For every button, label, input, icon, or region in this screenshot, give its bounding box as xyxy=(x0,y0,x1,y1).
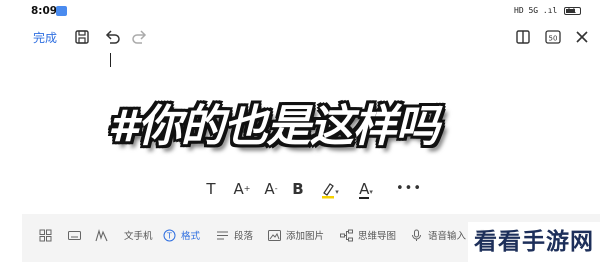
handwriting-button[interactable] xyxy=(95,224,113,246)
format-button-label: 格式 xyxy=(181,231,201,242)
decrease-font-label: A xyxy=(264,180,275,198)
bold-label: B xyxy=(292,180,304,198)
increase-font-button[interactable]: A+ xyxy=(231,178,253,200)
word-count-label: 50 xyxy=(549,35,558,43)
paragraph-button-label: 段落 xyxy=(234,231,254,242)
text-style-button[interactable]: T xyxy=(202,178,220,200)
decrease-font-sup: - xyxy=(274,184,278,193)
highlight-caret-icon: ▾ xyxy=(335,188,339,196)
editor-toolbar: 完成 50 xyxy=(0,24,600,50)
highlighter-icon xyxy=(322,182,335,198)
grid-button[interactable] xyxy=(39,224,57,246)
bold-button[interactable]: B xyxy=(289,178,307,200)
format-button[interactable]: T 格式 xyxy=(163,224,200,246)
increase-font-sup: + xyxy=(243,184,251,193)
svg-text:T: T xyxy=(166,231,172,240)
more-icon[interactable]: ••• xyxy=(396,178,421,200)
add-image-label: 添加图片 xyxy=(286,231,325,242)
highlight-button[interactable]: ▾ xyxy=(317,178,343,200)
close-icon[interactable] xyxy=(573,26,591,48)
split-view-icon[interactable] xyxy=(514,26,532,48)
app-badge-icon xyxy=(56,6,67,16)
decrease-font-button[interactable]: A- xyxy=(260,178,282,200)
highlight-color-bar xyxy=(322,195,335,198)
mindmap-button[interactable]: 思维导图 xyxy=(340,224,396,246)
battery-icon xyxy=(564,7,581,15)
text-color-label: A xyxy=(359,180,370,198)
text-color-button[interactable]: A ▾ xyxy=(353,178,379,200)
undo-icon[interactable] xyxy=(103,26,121,48)
status-bar: 8:09 HD 5G .ıl .ıl xyxy=(0,0,600,24)
increase-font-label: A xyxy=(233,180,244,198)
done-button[interactable]: 完成 xyxy=(33,29,57,46)
mic-icon xyxy=(412,229,421,241)
text-cursor xyxy=(110,53,111,67)
paragraph-button[interactable]: 段落 xyxy=(216,224,253,246)
grid-icon xyxy=(39,229,52,241)
word-count-icon[interactable]: 50 xyxy=(544,26,562,48)
redo-icon[interactable] xyxy=(131,26,149,48)
keyboard-button[interactable] xyxy=(68,224,86,246)
voice-input-label: 语音输入 xyxy=(428,231,467,242)
voice-input-button[interactable]: 语音输入 xyxy=(410,224,466,246)
bottom-item-3[interactable]: 文手机 xyxy=(124,224,153,246)
format-icon: T xyxy=(163,229,176,241)
save-icon[interactable] xyxy=(73,26,91,48)
document-headline[interactable]: #你的也是这样吗 xyxy=(108,96,508,162)
keyboard-icon xyxy=(68,230,81,240)
mindmap-icon xyxy=(340,229,353,241)
image-icon xyxy=(268,229,281,241)
bottom-item-3-label: 文手机 xyxy=(124,231,153,242)
watermark-logo: 看看手游网 xyxy=(468,222,600,262)
add-image-button[interactable]: 添加图片 xyxy=(268,224,324,246)
handwriting-icon xyxy=(95,228,108,241)
mindmap-label: 思维导图 xyxy=(358,231,397,242)
status-time: 8:09 xyxy=(31,5,58,17)
text-color-bar xyxy=(359,197,370,199)
text-color-caret-icon: ▾ xyxy=(369,188,373,196)
format-popup: T A+ A- B ▾ A ▾ ••• xyxy=(196,176,428,202)
text-style-label: T xyxy=(206,180,216,198)
paragraph-icon xyxy=(217,231,228,239)
text-color-glyph: A xyxy=(359,178,370,200)
